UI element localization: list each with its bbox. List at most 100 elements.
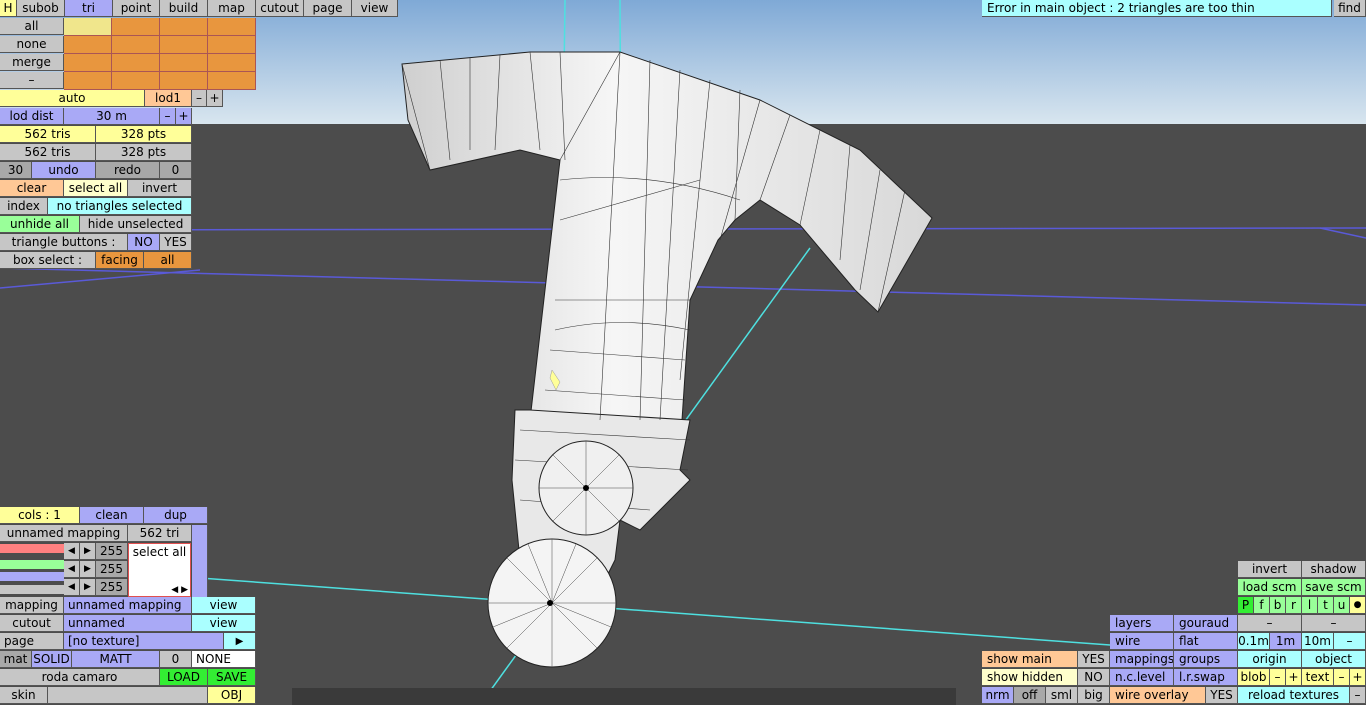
- text-minus-button[interactable]: –: [1334, 669, 1350, 686]
- all-button[interactable]: all: [0, 18, 64, 35]
- reload-textures-button[interactable]: reload textures: [1238, 687, 1350, 704]
- shadow-button[interactable]: shadow: [1302, 561, 1366, 578]
- mat-number[interactable]: 0: [160, 651, 192, 668]
- view-b-button[interactable]: b: [1270, 597, 1286, 614]
- blue-channel-bar[interactable]: [0, 572, 64, 581]
- skin-field[interactable]: [48, 687, 208, 704]
- tab-page[interactable]: page: [304, 0, 352, 17]
- h-button[interactable]: H: [0, 0, 17, 17]
- arrow-right-icon[interactable]: ▶: [80, 543, 96, 560]
- arrow-left-icon[interactable]: ◀: [64, 543, 80, 560]
- subobject-slot[interactable]: [64, 72, 112, 90]
- dup-button[interactable]: dup: [144, 507, 208, 524]
- blob-plus-button[interactable]: +: [1286, 669, 1302, 686]
- off-button[interactable]: off: [1014, 687, 1046, 704]
- subobject-slot[interactable]: [208, 18, 256, 36]
- subobject-slot[interactable]: [160, 18, 208, 36]
- lod-dist-value[interactable]: 30 m: [64, 108, 160, 125]
- subobject-slot[interactable]: [112, 18, 160, 36]
- unhide-all-button[interactable]: unhide all: [0, 216, 80, 233]
- load-button[interactable]: LOAD: [160, 669, 208, 686]
- mat-none[interactable]: NONE: [192, 651, 256, 668]
- clean-button[interactable]: clean: [80, 507, 144, 524]
- view-r-button[interactable]: r: [1286, 597, 1302, 614]
- hide-unselected-button[interactable]: hide unselected: [80, 216, 192, 233]
- tab-tri[interactable]: tri: [65, 0, 113, 17]
- flat-button[interactable]: flat: [1174, 633, 1238, 650]
- lod-plus-button[interactable]: +: [207, 90, 223, 107]
- save-scm-button[interactable]: save scm: [1302, 579, 1366, 596]
- view-l-button[interactable]: l: [1302, 597, 1318, 614]
- subobject-slot[interactable]: [64, 18, 112, 36]
- subobject-grid[interactable]: [64, 18, 256, 90]
- mapping-select[interactable]: unnamed mapping: [64, 597, 192, 614]
- show-main-toggle[interactable]: YES: [1078, 651, 1110, 668]
- subobject-slot[interactable]: [112, 54, 160, 72]
- subobject-slot[interactable]: [64, 36, 112, 54]
- merge-button[interactable]: merge: [0, 54, 64, 71]
- cutout-select[interactable]: unnamed: [64, 615, 192, 632]
- lod-minus-button[interactable]: –: [192, 90, 207, 107]
- list-arrows-icon[interactable]: ◀ ▶: [171, 585, 188, 595]
- blob-minus-button[interactable]: –: [1270, 669, 1286, 686]
- subobject-slot[interactable]: [112, 72, 160, 90]
- nclevel-button[interactable]: n.c.level: [1110, 669, 1174, 686]
- lrswap-button[interactable]: l.r.swap: [1174, 669, 1238, 686]
- redo-button[interactable]: redo: [96, 162, 160, 179]
- sml-button[interactable]: sml: [1046, 687, 1078, 704]
- cutout-view-button[interactable]: view: [192, 615, 256, 632]
- view-u-button[interactable]: u: [1334, 597, 1350, 614]
- subobject-slot[interactable]: [112, 36, 160, 54]
- subobject-slot[interactable]: [208, 72, 256, 90]
- step-minus-button[interactable]: –: [1334, 633, 1366, 650]
- auto-button[interactable]: auto: [0, 90, 145, 107]
- list-scrollbar[interactable]: [192, 525, 208, 597]
- tab-point[interactable]: point: [113, 0, 160, 17]
- show-hidden-toggle[interactable]: NO: [1078, 669, 1110, 686]
- view-t-button[interactable]: t: [1318, 597, 1334, 614]
- subobject-slot[interactable]: [208, 54, 256, 72]
- step-1m-button[interactable]: 1m: [1270, 633, 1302, 650]
- wire-overlay-toggle[interactable]: YES: [1206, 687, 1238, 704]
- arrow-left-icon[interactable]: ◀: [64, 579, 80, 596]
- tab-subob[interactable]: subob: [17, 0, 65, 17]
- text-button[interactable]: text: [1302, 669, 1334, 686]
- step-10m-button[interactable]: 10m: [1302, 633, 1334, 650]
- subobject-slot[interactable]: [160, 54, 208, 72]
- view-f-button[interactable]: f: [1254, 597, 1270, 614]
- triangle-buttons-yes[interactable]: YES: [160, 234, 192, 251]
- wire-button[interactable]: wire: [1110, 633, 1174, 650]
- layers-button[interactable]: layers: [1110, 615, 1174, 632]
- tab-build[interactable]: build: [160, 0, 208, 17]
- select-all-button[interactable]: select all: [64, 180, 128, 197]
- load-scm-button[interactable]: load scm: [1238, 579, 1302, 596]
- triangle-buttons-no[interactable]: NO: [128, 234, 160, 251]
- mappings-button[interactable]: mappings: [1110, 651, 1174, 668]
- matt-button[interactable]: MATT: [72, 651, 160, 668]
- step-01m-button[interactable]: 0.1m: [1238, 633, 1270, 650]
- find-button[interactable]: find: [1334, 0, 1366, 17]
- arrow-left-icon[interactable]: ◀: [64, 561, 80, 578]
- minus-button[interactable]: –: [0, 72, 64, 89]
- view-invert-button[interactable]: invert: [1238, 561, 1302, 578]
- subobject-slot[interactable]: [160, 36, 208, 54]
- dot-icon[interactable]: ●: [1350, 597, 1366, 614]
- tab-map[interactable]: map: [208, 0, 256, 17]
- box-select-all[interactable]: all: [144, 252, 192, 269]
- dash-button-right[interactable]: –: [1302, 615, 1366, 632]
- tab-cutout[interactable]: cutout: [256, 0, 304, 17]
- clear-button[interactable]: clear: [0, 180, 64, 197]
- dash-button-left[interactable]: –: [1238, 615, 1302, 632]
- text-plus-button[interactable]: +: [1350, 669, 1366, 686]
- index-button[interactable]: index: [0, 198, 48, 215]
- undo-button[interactable]: undo: [32, 162, 96, 179]
- groups-button[interactable]: groups: [1174, 651, 1238, 668]
- solid-button[interactable]: SOLID: [32, 651, 72, 668]
- cols-indicator[interactable]: cols : 1: [0, 507, 80, 524]
- object-button[interactable]: object: [1302, 651, 1366, 668]
- box-select-facing[interactable]: facing: [96, 252, 144, 269]
- subobject-slot[interactable]: [160, 72, 208, 90]
- view-p-button[interactable]: P: [1238, 597, 1254, 614]
- blob-button[interactable]: blob: [1238, 669, 1270, 686]
- origin-button[interactable]: origin: [1238, 651, 1302, 668]
